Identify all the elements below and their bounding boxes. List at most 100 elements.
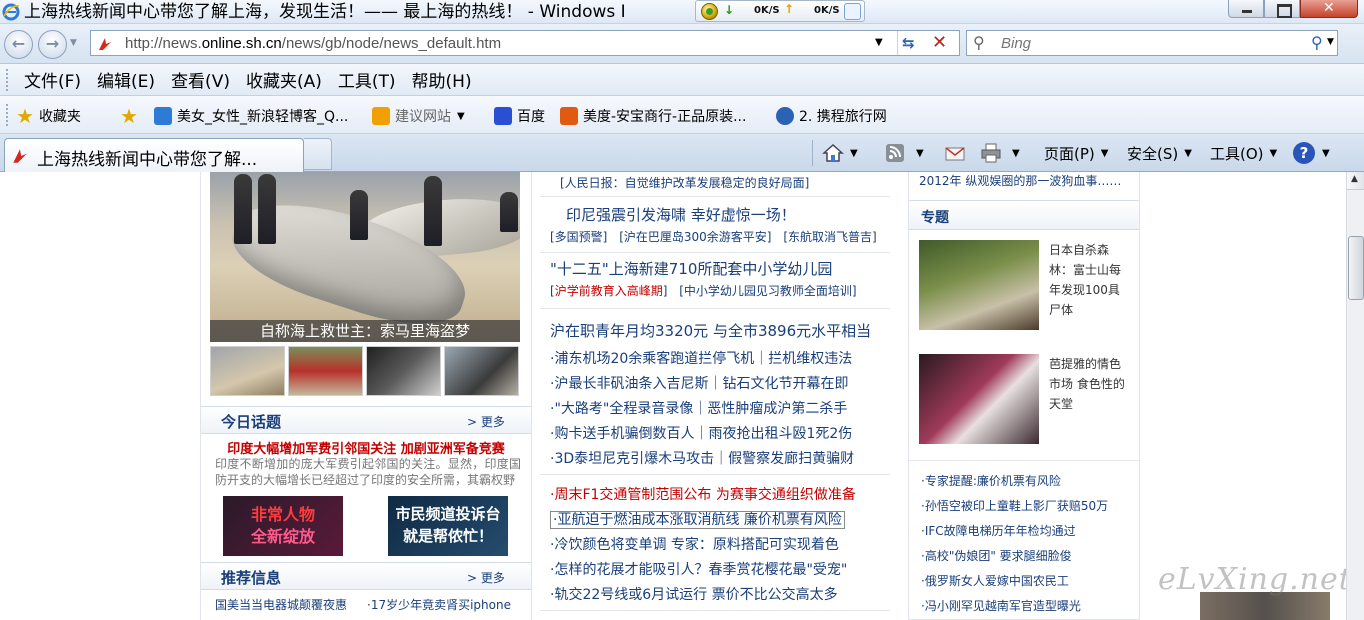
thumbnail-4[interactable] xyxy=(444,346,519,396)
topic-image-forest[interactable] xyxy=(919,240,1039,330)
right-news-item[interactable]: ·高校"伪娘团" 要求腿细脸俊 xyxy=(921,547,1072,564)
recommend-item[interactable]: 国美当当电器城颠覆夜惠 xyxy=(215,596,347,613)
page-dropdown-icon: ▼ xyxy=(1100,147,1109,159)
favorite-link-baidu[interactable]: 百度 xyxy=(494,105,545,127)
url-text[interactable]: http://news.online.sh.cn/news/gb/node/ne… xyxy=(125,35,501,52)
favorites-button[interactable]: ★ 收藏夹 xyxy=(16,105,81,127)
news-item[interactable]: ·浦东机场20余乘客跑道拦停飞机｜拦机维权违法 xyxy=(550,348,852,368)
minimize-button[interactable] xyxy=(1228,0,1264,18)
home-button[interactable]: ▼ xyxy=(822,140,858,166)
right-news-item[interactable]: ·专家提醒:廉价机票有风险 xyxy=(921,472,1061,489)
help-button[interactable]: ? ▼ xyxy=(1292,140,1330,166)
back-button[interactable]: ← xyxy=(4,30,33,59)
news-headline[interactable]: 沪在职青年月均3320元 与全市3896元水平相当 xyxy=(550,320,871,341)
vertical-scrollbar[interactable] xyxy=(1346,172,1364,620)
safety-menu-button[interactable]: 安全(S) ▼ xyxy=(1127,140,1192,166)
toolbar-overflow[interactable] xyxy=(1342,32,1362,56)
favorite-suggested-sites[interactable]: 建议网站 ▼ xyxy=(372,105,465,127)
recommend-item[interactable]: ·17岁少年竟卖肾买iphone xyxy=(367,596,511,613)
today-topic-more-link[interactable]: > 更多 xyxy=(467,413,505,430)
news-item[interactable]: ·3D泰坦尼克引爆木马攻击｜假警察发廊扫黄骗财 xyxy=(550,448,854,468)
tools-menu-button[interactable]: 工具(O) ▼ xyxy=(1210,140,1277,166)
menu-favorites[interactable]: 收藏夹(A) xyxy=(238,65,330,94)
banner-citizen-complaints[interactable]: 市民频道投诉台 就是帮侬忙！ xyxy=(388,496,508,556)
news-item[interactable]: ·轨交22号线或6月试运行 票价不比公交高太多 xyxy=(550,584,838,604)
news-item[interactable]: ·"大路考"全程录音录像｜恶性肿瘤成沪第二杀手 xyxy=(550,398,847,418)
print-button[interactable]: ▼ xyxy=(980,140,1020,166)
menu-file[interactable]: 文件(F) xyxy=(16,65,89,94)
address-separator xyxy=(897,31,898,55)
right-top-link[interactable]: 2012年 纵观娱圈的那一波狗血事…… xyxy=(919,172,1121,189)
topic-text[interactable]: 芭提雅的情色市场 食色性的天堂 xyxy=(1049,354,1129,414)
page-menu-button[interactable]: 页面(P) ▼ xyxy=(1044,140,1108,166)
news-item-focused[interactable]: ·亚航迫于燃油成本涨取消航线 廉价机票有风险 xyxy=(550,509,845,529)
compatibility-refresh-icon[interactable]: ⇆ xyxy=(902,34,915,52)
banner-citizen-complaints-line2: 就是帮侬忙！ xyxy=(402,527,493,545)
thumbnail-3[interactable] xyxy=(366,346,441,396)
middle-column: [人民日报：自觉维护改革发展稳定的良好局面] 印尼强震引发海啸 幸好虚惊一场！ … xyxy=(540,172,900,620)
hero-figure-shape xyxy=(258,174,276,244)
favbar-grip[interactable] xyxy=(6,104,10,126)
hero-caption[interactable]: 自称海上救世主：索马里海盗梦 xyxy=(210,320,520,342)
browser-mini-icon[interactable] xyxy=(844,3,861,20)
add-to-favorites-bar-button[interactable]: ★ xyxy=(120,105,143,127)
news-sub-link[interactable]: [东航取消飞普吉] xyxy=(783,230,876,244)
news-item[interactable]: ·怎样的花展才能吸引人？春季赏花樱花最"受宠" xyxy=(550,559,847,579)
topic-text[interactable]: 日本自杀森林：富士山每年发现100具尸体 xyxy=(1049,240,1129,320)
stop-icon[interactable]: ✕ xyxy=(932,32,947,53)
scroll-up-button[interactable] xyxy=(1347,172,1364,190)
thumbnail-1[interactable] xyxy=(210,346,285,396)
read-mail-button[interactable] xyxy=(944,140,966,166)
menu-tools[interactable]: 工具(T) xyxy=(330,65,404,94)
news-sub-link[interactable]: [人民日报：自觉维护改革发展稳定的良好局面] xyxy=(560,174,809,191)
search-box[interactable]: ⚲ ⚲ ▼ xyxy=(966,30,1338,56)
svg-text:?: ? xyxy=(1300,144,1309,162)
news-item-highlight[interactable]: ·周末F1交通管制范围公布 为赛事交通组织做准备 xyxy=(550,484,856,504)
today-topic-summary: 印度不断增加的庞大军费引起邻国的关注。显然，印度国防开支的大幅增长已经超过了印度… xyxy=(215,457,521,487)
news-sub-link[interactable]: [中小学幼儿园见习教师全面培训] xyxy=(679,284,856,298)
tab-active[interactable]: 上海热线新闻中心带您了解... xyxy=(4,138,304,172)
topic-image-pattaya[interactable] xyxy=(919,354,1039,444)
menu-view[interactable]: 查看(V) xyxy=(163,65,238,94)
search-icon[interactable]: ⚲ xyxy=(1311,33,1323,52)
right-news-item[interactable]: ·冯小刚罕见越南军官造型曝光 xyxy=(921,597,1081,614)
news-headline[interactable]: 印尼强震引发海啸 幸好虚惊一场！ xyxy=(566,204,796,225)
menubar-grip[interactable] xyxy=(6,68,10,91)
scrollbar-thumb[interactable] xyxy=(1348,236,1364,300)
favorite-link-sina[interactable]: 美女_女性_新浪轻博客_Q... xyxy=(154,105,359,127)
news-sub-link-highlight[interactable]: 沪学前教育入高峰期 xyxy=(555,284,663,298)
recommend-title: 推荐信息 xyxy=(221,569,282,587)
news-item[interactable]: ·沪最长非矾油条入吉尼斯｜钻石文化节开幕在即 xyxy=(550,373,848,393)
address-dropdown-icon[interactable]: ▼ xyxy=(875,37,883,48)
hero-figure-shape xyxy=(234,174,252,244)
menu-help[interactable]: 帮助(H) xyxy=(404,65,480,94)
news-item[interactable]: ·冷饮颜色将变单调 专家：原料搭配可实现着色 xyxy=(550,534,839,554)
news-item[interactable]: ·购卡送手机骗倒数百人｜雨夜抢出租斗殴1死2伤 xyxy=(550,423,852,443)
favorite-link-ctrip[interactable]: 2. 携程旅行网 xyxy=(776,105,887,127)
history-dropdown-icon[interactable]: ▼ xyxy=(70,38,77,48)
banner-special-people[interactable]: 非常人物 全新绽放 xyxy=(223,496,343,556)
right-news-item[interactable]: ·IFC故障电梯历年年检均通过 xyxy=(921,522,1076,539)
hero-photo[interactable]: 自称海上救世主：索马里海盗梦 xyxy=(210,172,520,342)
thumbnail-2[interactable] xyxy=(288,346,363,396)
search-dropdown-icon[interactable]: ▼ xyxy=(1327,37,1334,47)
favorite-link-meidu[interactable]: 美度-安宝商行-正品原装... xyxy=(560,105,765,127)
news-sub-link[interactable]: [多国预警] xyxy=(550,230,607,244)
news-headline[interactable]: "十二五"上海新建710所配套中小学幼儿园 xyxy=(550,258,832,279)
feeds-button[interactable]: ▼ xyxy=(884,140,924,166)
close-window-button[interactable] xyxy=(1300,0,1358,18)
today-topic-headline[interactable]: 印度大幅增加军费引邻国关注 加剧亚洲军备竞赛 xyxy=(201,438,531,457)
site-favicon-icon xyxy=(99,38,111,50)
right-news-item[interactable]: ·孙悟空被印上童鞋上影厂获赔50万 xyxy=(921,497,1108,514)
network-speed-widget[interactable]: ↓ 0K/S ↑ 0K/S xyxy=(695,0,865,22)
recommend-more-link[interactable]: > 更多 xyxy=(467,569,505,586)
new-tab-button[interactable] xyxy=(304,138,332,170)
maximize-button[interactable] xyxy=(1264,0,1300,18)
address-bar[interactable]: http://news.online.sh.cn/news/gb/node/ne… xyxy=(90,30,960,56)
right-news-item-highlight[interactable]: ·俄罗斯女人爱嫁中国农民工 xyxy=(921,572,1069,589)
back-arrow-icon: ← xyxy=(11,34,26,53)
news-sub-link[interactable]: [沪在巴厘岛300余游客平安] xyxy=(619,230,771,244)
forward-button[interactable]: → xyxy=(38,30,67,59)
search-input[interactable] xyxy=(1001,33,1301,53)
menu-edit[interactable]: 编辑(E) xyxy=(89,65,163,94)
